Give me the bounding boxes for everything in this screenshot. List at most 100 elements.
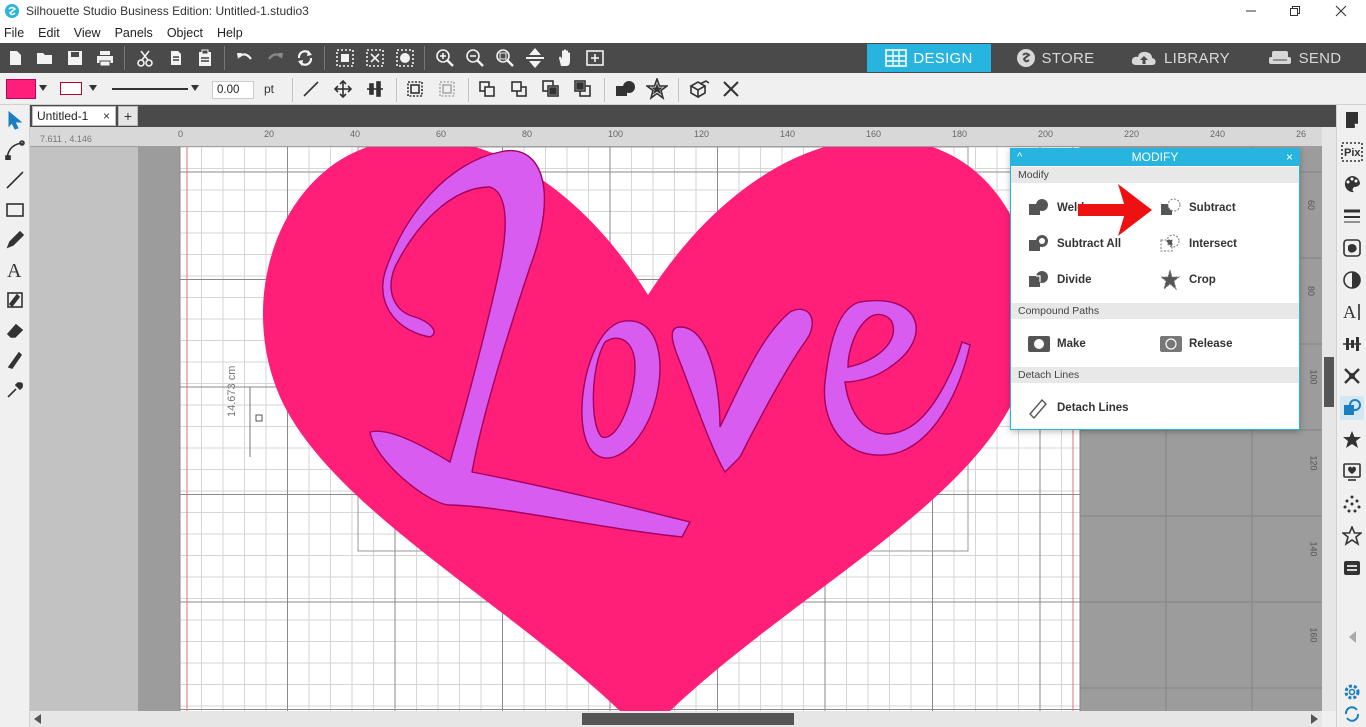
menu-object[interactable]: Object: [167, 26, 203, 40]
send-to-back-button[interactable]: [506, 77, 532, 101]
menu-view[interactable]: View: [74, 26, 101, 40]
collapse-panel-button[interactable]: ^: [1017, 149, 1022, 166]
line-style-icon[interactable]: [1340, 204, 1364, 228]
menu-edit[interactable]: Edit: [38, 26, 60, 40]
scroll-right-icon[interactable]: [1306, 711, 1322, 727]
close-window-button[interactable]: [1318, 0, 1364, 22]
star-icon[interactable]: [1340, 524, 1364, 548]
collapse-panel-icon[interactable]: [1340, 625, 1364, 649]
undo-button[interactable]: [232, 46, 258, 70]
delete-button[interactable]: [718, 77, 744, 101]
pixscan-icon[interactable]: Pix: [1340, 140, 1364, 164]
line-tool[interactable]: [3, 168, 27, 192]
line-style-preview[interactable]: [112, 88, 188, 90]
library-icon[interactable]: [1340, 460, 1364, 484]
subtract-button[interactable]: Subtract: [1159, 197, 1236, 219]
crop-button[interactable]: Crop: [1159, 269, 1216, 291]
divide-button[interactable]: Divide: [1027, 269, 1092, 291]
redraw-button[interactable]: [292, 46, 318, 70]
weld-button[interactable]: Weld: [1027, 197, 1084, 219]
close-tab-icon[interactable]: ×: [103, 109, 110, 123]
text-tool[interactable]: A: [3, 258, 27, 282]
vertical-scrollbar[interactable]: [1322, 127, 1336, 711]
layers-icon[interactable]: [1340, 556, 1364, 580]
line-color-dropdown-icon[interactable]: [89, 85, 97, 91]
tab-library[interactable]: LIBRARY: [1130, 44, 1230, 72]
select-tool[interactable]: [3, 108, 27, 132]
maximize-button[interactable]: [1272, 0, 1318, 22]
sketch-tool[interactable]: [3, 288, 27, 312]
offset-icon[interactable]: [1340, 428, 1364, 452]
detach-lines-button[interactable]: Detach Lines: [1027, 397, 1129, 419]
rectangle-tool[interactable]: [3, 198, 27, 222]
menu-file[interactable]: File: [4, 26, 24, 40]
scroll-left-icon[interactable]: [30, 711, 46, 727]
select-all-button[interactable]: [332, 46, 358, 70]
tab-store[interactable]: STORE: [1000, 44, 1110, 72]
line-color-swatch[interactable]: [60, 82, 82, 95]
replicate-icon[interactable]: [1340, 364, 1364, 388]
document-tab[interactable]: Untitled-1 ×: [32, 106, 116, 126]
line-tool-button[interactable]: [298, 77, 324, 101]
copy-button[interactable]: [162, 46, 188, 70]
shadow-icon[interactable]: [1340, 268, 1364, 292]
eyedropper-tool[interactable]: [3, 378, 27, 402]
bezier-curve-icon: [5, 140, 25, 160]
send-backward-button[interactable]: [570, 77, 596, 101]
print-button[interactable]: [92, 46, 118, 70]
horizontal-scrollbar[interactable]: [30, 711, 1322, 727]
page-setup-icon[interactable]: [1340, 108, 1364, 132]
sync-icon[interactable]: [1340, 702, 1364, 726]
points-icon[interactable]: [1340, 492, 1364, 516]
move-button[interactable]: [330, 77, 356, 101]
release-compound-button[interactable]: Release: [1159, 333, 1232, 355]
add-tab-button[interactable]: +: [118, 106, 138, 126]
new-button[interactable]: [2, 46, 28, 70]
intersect-button[interactable]: Intersect: [1159, 233, 1237, 255]
group-button[interactable]: [402, 77, 428, 101]
text-style-icon[interactable]: A: [1340, 300, 1364, 324]
weld-button[interactable]: [612, 77, 638, 101]
open-button[interactable]: [32, 46, 58, 70]
ungroup-button[interactable]: [434, 77, 460, 101]
trace-icon[interactable]: [1340, 236, 1364, 260]
zoom-out-button[interactable]: [462, 46, 488, 70]
modify-icon[interactable]: [1340, 396, 1364, 420]
menu-help[interactable]: Help: [217, 26, 243, 40]
offset-button[interactable]: [644, 77, 670, 101]
draw-tool[interactable]: [3, 228, 27, 252]
tab-send[interactable]: SEND: [1262, 44, 1346, 72]
edit-points-tool[interactable]: [3, 138, 27, 162]
align-icon[interactable]: [1340, 332, 1364, 356]
settings-gear-icon[interactable]: [1340, 680, 1364, 704]
redo-button[interactable]: [262, 46, 288, 70]
line-style-dropdown-icon[interactable]: [191, 85, 199, 91]
view-all-button[interactable]: [582, 46, 608, 70]
horizontal-scroll-thumb[interactable]: [582, 713, 794, 725]
cut-button[interactable]: [132, 46, 158, 70]
knife-tool[interactable]: [3, 348, 27, 372]
select-by-color-button[interactable]: [392, 46, 418, 70]
save-button[interactable]: [62, 46, 88, 70]
align-button[interactable]: [362, 77, 388, 101]
eraser-tool[interactable]: [3, 318, 27, 342]
line-width-input[interactable]: 0.00: [212, 81, 254, 99]
fill-color-dropdown-icon[interactable]: [39, 85, 47, 91]
menu-panels[interactable]: Panels: [115, 26, 153, 40]
bring-forward-button[interactable]: [538, 77, 564, 101]
zoom-selected-button[interactable]: [492, 46, 518, 70]
fill-color-swatch[interactable]: [6, 79, 36, 99]
close-panel-button[interactable]: ×: [1286, 149, 1293, 166]
tab-design[interactable]: DESIGN: [867, 44, 991, 72]
release-compound-button[interactable]: [686, 77, 712, 101]
zoom-in-button[interactable]: [432, 46, 458, 70]
bring-to-front-button[interactable]: [474, 77, 500, 101]
vertical-scroll-thumb[interactable]: [1324, 357, 1334, 407]
pan-button[interactable]: [552, 46, 578, 70]
make-compound-button[interactable]: Make: [1027, 333, 1086, 355]
fit-to-page-button[interactable]: [522, 46, 548, 70]
minimize-button[interactable]: [1228, 0, 1274, 22]
fill-icon[interactable]: [1340, 172, 1364, 196]
paste-button[interactable]: [192, 46, 218, 70]
deselect-button[interactable]: [362, 46, 388, 70]
